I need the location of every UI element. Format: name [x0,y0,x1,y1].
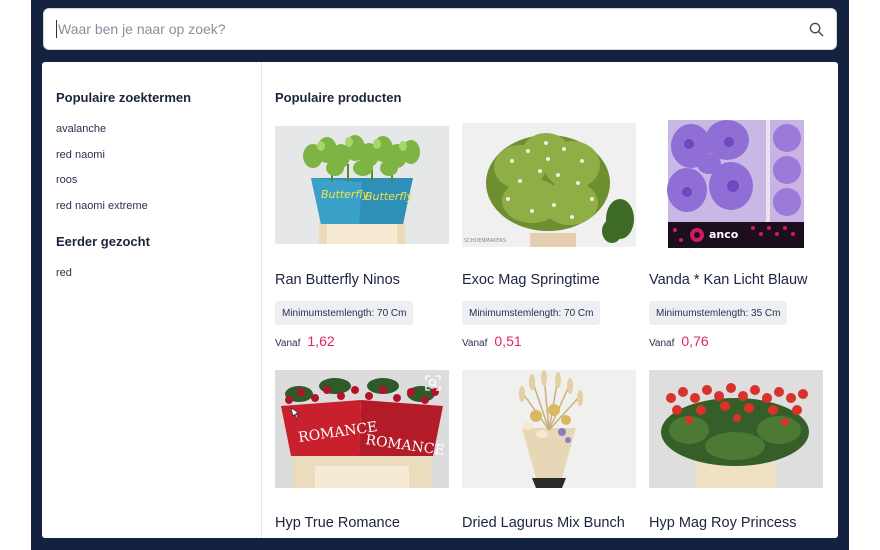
product-card[interactable]: Hyp Mag Roy Princess [649,370,825,538]
price-prefix: Vanaf [462,338,488,349]
search-icon[interactable] [808,21,824,37]
product-card[interactable]: Butterfly Butterfly Ran Butterfly Ninos … [275,126,451,356]
sleeve-brand-text: Butterfly [321,188,370,201]
price-prefix: Vanaf [275,338,301,349]
search-bar[interactable] [43,8,837,50]
text-caret [56,20,57,38]
recent-search-item[interactable]: red [56,266,247,292]
supplier-watermark: SCHOENMAKERS [464,238,506,244]
popular-products-title: Populaire producten [275,90,402,105]
product-card[interactable]: ROMANCE ROMANCE Hyp True Romance [275,370,451,538]
stem-length-badge: Minimumstemlength: 35 Cm [649,301,788,325]
search-dropdown-panel: Populaire zoektermen avalanche red naomi… [42,62,838,538]
product-card[interactable]: SCHOENMAKERS Exoc Mag Springtime Minimum… [462,123,638,356]
recent-searches-list: red [56,266,247,292]
product-card[interactable]: anco Vanda * Kan Licht Blauw Minimumstem… [649,120,825,356]
brand-logo-text: anco [709,228,739,241]
product-name[interactable]: Exoc Mag Springtime [462,272,600,288]
product-image[interactable]: SCHOENMAKERS [462,123,636,247]
product-image[interactable]: Butterfly Butterfly [275,126,449,244]
popular-term-item[interactable]: red naomi [56,148,247,174]
stem-length-badge: Minimumstemlength: 70 Cm [462,301,601,325]
popular-term-item[interactable]: red naomi extreme [56,199,247,225]
price-value: 0,51 [494,333,522,349]
price-row: Vanaf 0,76 [649,333,709,349]
stem-length-badge: Minimumstemlength: 70 Cm [275,301,414,325]
product-name[interactable]: Vanda * Kan Licht Blauw [649,272,808,288]
popular-terms-title: Populaire zoektermen [56,90,192,105]
price-row: Vanaf 1,62 [275,333,335,349]
popular-term-item[interactable]: avalanche [56,122,247,148]
product-name[interactable]: Dried Lagurus Mix Bunch [462,515,625,531]
price-row: Vanaf 0,51 [462,333,522,349]
price-value: 1,62 [307,333,335,349]
product-name[interactable]: Hyp True Romance [275,515,400,531]
product-name[interactable]: Hyp Mag Roy Princess [649,515,796,531]
popular-products-section: Populaire producten Butterfly Butterfly … [262,62,838,538]
search-suggestions-sidebar: Populaire zoektermen avalanche red naomi… [42,62,262,538]
image-zoom-icon[interactable] [425,375,441,391]
recent-searches-title: Eerder gezocht [56,234,150,249]
search-input[interactable] [58,21,808,37]
product-image[interactable] [649,370,823,488]
price-prefix: Vanaf [649,338,675,349]
product-image[interactable]: ROMANCE ROMANCE [275,370,449,488]
product-image[interactable] [462,370,636,488]
price-value: 0,76 [681,333,709,349]
product-name[interactable]: Ran Butterfly Ninos [275,272,400,288]
popular-terms-list: avalanche red naomi roos red naomi extre… [56,122,247,224]
popular-term-item[interactable]: roos [56,173,247,199]
product-image[interactable]: anco [649,120,823,248]
product-card[interactable]: Dried Lagurus Mix Bunch [462,370,638,538]
sleeve-brand-text: Butterfly [365,190,414,203]
